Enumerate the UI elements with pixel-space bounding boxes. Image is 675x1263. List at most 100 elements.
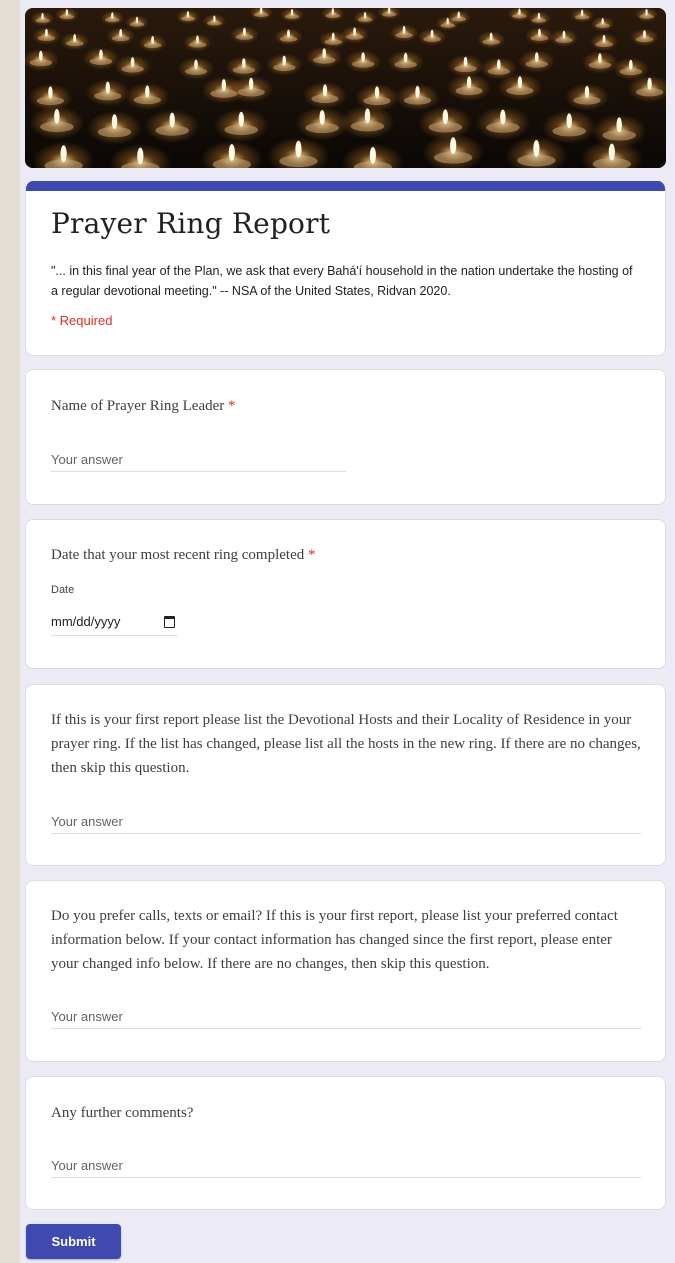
candle-flame (243, 27, 246, 36)
candle-flame (221, 79, 227, 92)
candle-flame (601, 17, 604, 25)
candle-flame (295, 140, 302, 158)
devotional-hosts-input[interactable]: Your answer (51, 814, 641, 834)
candle-flame (645, 8, 648, 16)
candle-flame (213, 15, 216, 22)
leader-name-input[interactable]: Your answer (51, 452, 346, 472)
candle-flame (196, 35, 199, 44)
candle-flame (145, 85, 150, 98)
candle-flame (119, 29, 123, 37)
candle-flame (463, 56, 468, 67)
question-card-leader-name: Name of Prayer Ring Leader * Your answer (25, 369, 666, 505)
candle-flame (48, 86, 53, 99)
candle-flame (322, 84, 328, 97)
candle-flame (500, 109, 506, 125)
date-sub-label: Date (51, 584, 75, 596)
candle-flame (580, 9, 584, 16)
candle-flame (99, 49, 103, 60)
question-label: Name of Prayer Ring Leader * (51, 394, 236, 418)
candle-flame (331, 32, 335, 41)
header-banner-image (25, 8, 666, 168)
candle-flame (54, 108, 60, 124)
candles-image (25, 8, 666, 168)
required-note: * Required (51, 313, 113, 328)
candle-flame (282, 55, 287, 66)
candle-flame (353, 27, 357, 36)
candle-flame (442, 109, 449, 125)
candle-flame (364, 108, 371, 124)
candle-flame (643, 30, 646, 38)
candle-flame (194, 59, 198, 70)
candle-flame (111, 114, 118, 129)
candle-flame (363, 11, 367, 19)
candle-flame (457, 11, 460, 18)
candle-flame (647, 77, 652, 90)
candle-flame (489, 32, 493, 41)
candle-flame (602, 34, 606, 43)
contact-preference-input[interactable]: Your answer (51, 1009, 641, 1029)
question-label: Do you prefer calls, texts or email? If … (51, 908, 618, 972)
candle-flame (228, 144, 235, 161)
candle-flame (130, 57, 135, 67)
question-label: Any further comments? (51, 1105, 194, 1121)
candle-flame (38, 50, 43, 61)
candle-flame (111, 12, 114, 19)
candle-flame (562, 30, 566, 39)
candle-flame (137, 147, 144, 165)
form-title: Prayer Ring Report (51, 207, 331, 240)
candle-flame (151, 35, 155, 44)
candle-flame (319, 109, 325, 125)
candle-flame (73, 34, 77, 42)
candle-flame (584, 85, 590, 98)
question-card-comments: Any further comments? Your answer (25, 1076, 666, 1210)
candle-flame (415, 85, 420, 98)
required-asterisk: * (308, 547, 316, 563)
candle-flame (322, 48, 327, 58)
candle-flame (616, 117, 622, 133)
candle-flame (538, 28, 541, 37)
question-card-date: Date that your most recent ring complete… (25, 519, 666, 669)
candle-flame (628, 59, 633, 70)
candle-flame (287, 29, 290, 38)
calendar-icon[interactable] (164, 616, 175, 628)
question-card-contact-preference: Do you prefer calls, texts or email? If … (25, 880, 666, 1062)
candle-flame (135, 16, 139, 23)
question-label: Date that your most recent ring complete… (51, 543, 316, 567)
candle-flame (518, 8, 521, 15)
candle-flame (466, 76, 472, 89)
candle-flame (598, 53, 602, 63)
submit-button[interactable]: Submit (26, 1224, 121, 1259)
candle-flame (533, 140, 540, 157)
candle-flame (242, 58, 246, 69)
date-placeholder: mm/dd/yyyy (51, 614, 121, 629)
accent-bar (26, 181, 665, 191)
candle-flame (45, 28, 48, 37)
candle-flame (450, 137, 457, 155)
candle-flame (534, 52, 539, 63)
candle-flame (369, 146, 376, 164)
form-header-card: Prayer Ring Report "... in this final ye… (25, 181, 666, 356)
candle-flame (430, 29, 434, 38)
candle-flame (537, 12, 541, 20)
candle-flame (331, 8, 335, 15)
candle-flame (496, 59, 501, 70)
candle-flame (402, 25, 406, 34)
candle-flame (169, 112, 175, 128)
question-text: Name of Prayer Ring Leader (51, 398, 225, 414)
left-edge-strip (0, 0, 20, 1263)
question-card-devotional-hosts: If this is your first report please list… (25, 684, 666, 866)
date-input[interactable]: mm/dd/yyyy (51, 614, 177, 636)
candle-flame (608, 143, 615, 161)
candle-flame (403, 52, 408, 63)
form-description: "... in this final year of the Plan, we … (51, 264, 633, 298)
candle-flame (60, 145, 67, 163)
candle-flame (248, 77, 254, 90)
candle-flame (41, 12, 44, 20)
comments-input[interactable]: Your answer (51, 1158, 641, 1178)
candle-flame (374, 86, 380, 99)
candle-flame (290, 8, 294, 16)
question-label: If this is your first report please list… (51, 712, 641, 776)
required-asterisk: * (228, 398, 236, 414)
candle-flame (238, 111, 244, 127)
question-text: Date that your most recent ring complete… (51, 547, 305, 563)
